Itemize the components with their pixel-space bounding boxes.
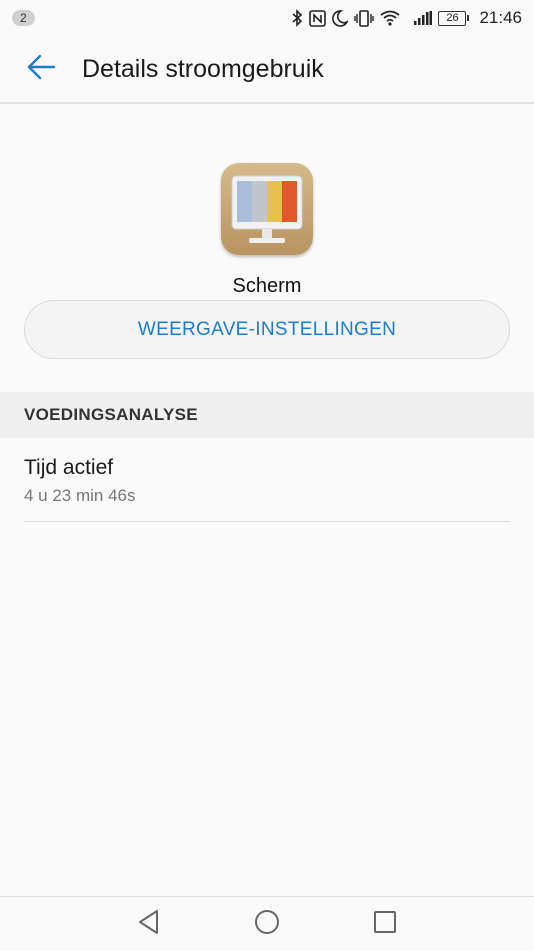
list-item-value: 4 u 23 min 46s (24, 486, 136, 505)
list-item-time-active: Tijd actief 4 u 23 min 46s (24, 438, 510, 522)
app-name: Scherm (232, 275, 302, 297)
nfc-icon (309, 9, 327, 27)
signal-icon (414, 11, 433, 25)
home-circle-icon (254, 909, 280, 940)
monitor-icon (221, 163, 313, 255)
app-bar: Details stroomgebruik (0, 36, 534, 104)
page-title: Details stroomgebruik (82, 54, 324, 83)
status-bar: 2 26 21:46 (0, 0, 534, 36)
list-item-title: Tijd actief (24, 456, 114, 479)
back-button[interactable] (0, 35, 82, 103)
nav-home-button[interactable] (249, 906, 285, 942)
notification-count-badge: 2 (12, 10, 35, 26)
nav-back-button[interactable] (131, 906, 167, 942)
wifi-icon (380, 10, 401, 26)
clock: 21:46 (479, 8, 522, 27)
back-triangle-icon (137, 909, 161, 940)
nav-recents-button[interactable] (367, 906, 403, 942)
moon-icon (332, 9, 349, 27)
display-settings-button[interactable]: WEERGAVE-INSTELLINGEN (24, 300, 510, 359)
battery-level: 26 (438, 10, 467, 26)
navigation-bar (0, 896, 534, 951)
battery-icon: 26 (438, 10, 470, 26)
arrow-left-icon (26, 54, 56, 85)
recents-square-icon (373, 910, 397, 939)
status-icons: 26 21:46 (291, 8, 522, 28)
bluetooth-icon (291, 9, 303, 27)
section-header: VOEDINGSANALYSE (0, 392, 534, 438)
vibrate-icon (354, 9, 375, 27)
